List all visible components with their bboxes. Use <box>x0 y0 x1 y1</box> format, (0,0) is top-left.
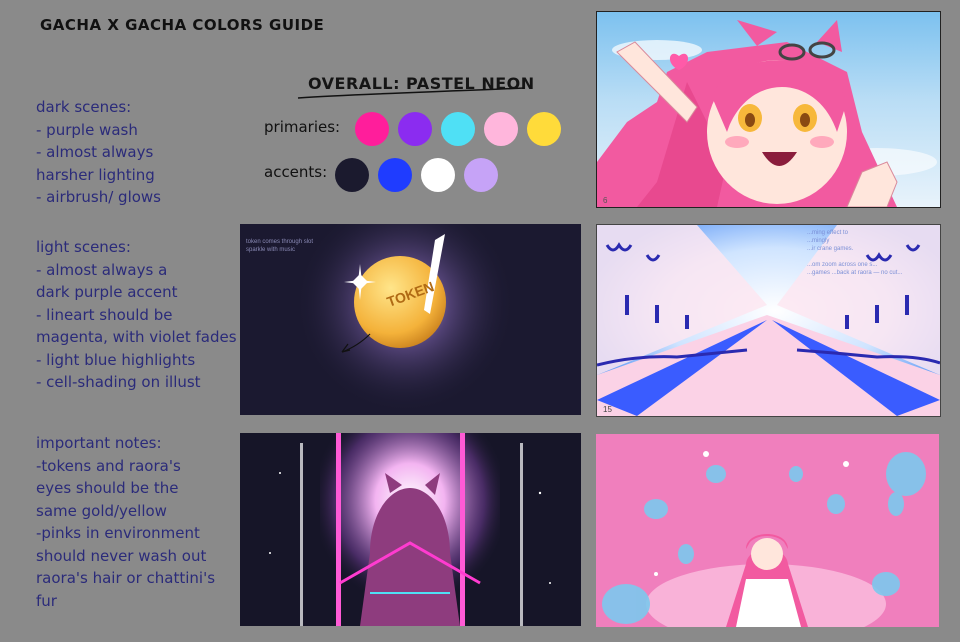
dark-scenes-notes: dark scenes: - purple wash - almost alwa… <box>36 98 161 206</box>
accents-swatches <box>335 158 498 192</box>
accent-swatch-2 <box>378 158 412 192</box>
token-panel: TOKEN token comes through slot sparkle w… <box>240 224 581 415</box>
primary-swatch-1 <box>355 112 389 146</box>
accent-swatch-3 <box>421 158 455 192</box>
accents-label: accents: <box>264 163 328 181</box>
primary-swatch-3 <box>441 112 475 146</box>
primary-swatch-2 <box>398 112 432 146</box>
accent-swatch-4 <box>464 158 498 192</box>
primary-swatch-5 <box>527 112 561 146</box>
panel-number: 15 <box>603 405 612 414</box>
token-caption: token comes through slot sparkle with mu… <box>246 239 314 253</box>
page-title: GACHA X GACHA COLORS GUIDE <box>40 16 325 34</box>
heading-underline <box>297 87 525 99</box>
character-closeup-panel: 6 <box>596 11 941 208</box>
corridor-caption: ...ming effect to ...mingly ...ir crane … <box>807 230 903 276</box>
primary-swatch-4 <box>484 112 518 146</box>
primaries-label: primaries: <box>264 118 341 136</box>
light-scenes-notes: light scenes: - almost always a dark pur… <box>36 238 237 391</box>
panel-number: 6 <box>603 196 608 205</box>
important-notes: important notes: -tokens and raora's eye… <box>36 434 216 610</box>
accent-swatch-1 <box>335 158 369 192</box>
corridor-panel: ...ming effect to ...mingly ...ir crane … <box>596 224 941 417</box>
underwater-panel <box>596 434 939 627</box>
primaries-swatches <box>355 112 561 146</box>
silhouette-panel <box>240 433 581 626</box>
